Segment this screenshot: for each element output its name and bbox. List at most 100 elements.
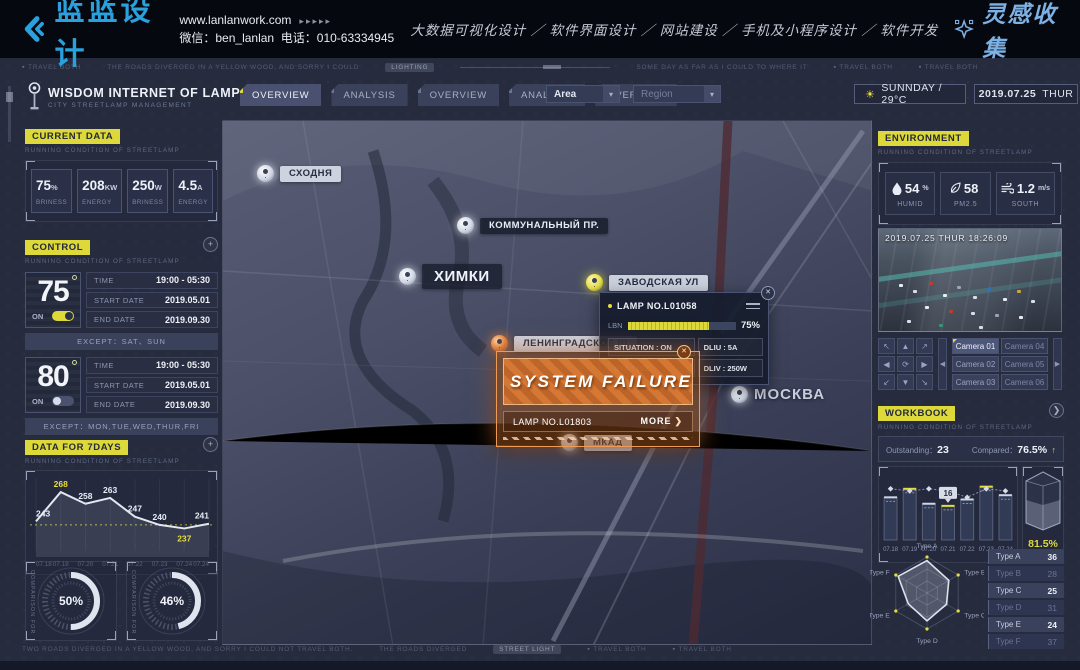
- svg-text:241: 241: [195, 511, 209, 521]
- tab-overview-1[interactable]: OVERVIEW: [240, 84, 321, 106]
- start-date-row[interactable]: START DATE 2019.05.01: [86, 292, 218, 309]
- camera-panel: 2019.07.25 THUR 18:26:09 ↖ ▲ ↗ ◀ ⟳ ▶ ↙ ▼…: [878, 228, 1062, 390]
- camera-04-button[interactable]: Camera 04: [1001, 338, 1048, 354]
- lamp-types-section: Type AType BType CType DType EType F Typ…: [870, 541, 1064, 649]
- tab-analysis-1[interactable]: ANALYSIS: [331, 84, 407, 106]
- legend-row-type-b[interactable]: Type B28: [988, 566, 1064, 581]
- expand-button[interactable]: ❯: [1049, 403, 1064, 418]
- row-label: START DATE: [94, 296, 144, 305]
- time-row[interactable]: TIME 19:00 - 05:30: [86, 272, 218, 289]
- water-drop-icon: [892, 182, 902, 195]
- deco-check: TRAVEL BOTH: [672, 646, 731, 653]
- start-date-row[interactable]: START DATE 2019.05.01: [86, 377, 218, 394]
- stat-unit: W: [155, 183, 162, 192]
- legend-row-type-e[interactable]: Type E24: [988, 617, 1064, 632]
- end-date-row[interactable]: END DATE 2019.09.30: [86, 396, 218, 413]
- time-row[interactable]: TIME 19:00 - 05:30: [86, 357, 218, 374]
- svg-text:Type A: Type A: [917, 543, 938, 550]
- website-link[interactable]: www.lanlanwork.com: [179, 13, 291, 27]
- stat-value: 75: [36, 178, 51, 193]
- brightness-bar[interactable]: [628, 322, 736, 330]
- lamp-types-radar-chart: Type AType BType CType DType EType F: [870, 541, 984, 645]
- region-select-value: Region: [641, 89, 673, 100]
- weather-widget: ☀ SUNNDAY / 29°C: [854, 84, 966, 104]
- area-select[interactable]: Area ▾: [546, 85, 620, 103]
- add-schedule-button[interactable]: +: [203, 237, 218, 252]
- pan-down-right-button[interactable]: ↘: [916, 374, 933, 390]
- page-subtitle: CITY STREETLAMP MANAGEMENT: [48, 102, 240, 109]
- except-bar: EXCEPT：MON,TUE,WED,THUR,FRI: [25, 418, 218, 435]
- camera-02-button[interactable]: Camera 02: [952, 356, 999, 372]
- current-stats: 75% BRINESS 208KW ENERGY 250W BRINESS 4.…: [25, 160, 218, 222]
- add-button[interactable]: +: [203, 437, 218, 452]
- legend-row-type-d[interactable]: Type D31: [988, 600, 1064, 615]
- more-button[interactable]: MORE❯: [640, 416, 683, 427]
- map-pin-kommunalny[interactable]: КОММУНАЛЬНЫЙ ПР.: [457, 217, 608, 234]
- region-select[interactable]: Region ▾: [633, 85, 721, 103]
- close-icon[interactable]: ✕: [677, 345, 691, 359]
- camera-list: Camera 01 Camera 04 Camera 02 Camera 05 …: [952, 338, 1048, 390]
- pan-up-left-button[interactable]: ↖: [878, 338, 895, 354]
- deco-chip: LIGHTING: [385, 63, 434, 72]
- camera-03-button[interactable]: Camera 03: [952, 374, 999, 390]
- stat-brightness: 75% BRINESS: [31, 169, 72, 213]
- camera-list-next-button[interactable]: ▶: [1053, 338, 1062, 390]
- pan-down-left-button[interactable]: ↙: [878, 374, 895, 390]
- arrows-decoration: ▸▸▸▸▸: [299, 16, 332, 26]
- failure-title: SYSTEM FAILURE: [510, 372, 686, 392]
- schedule-rows: TIME 19:00 - 05:30 START DATE 2019.05.01…: [86, 357, 218, 413]
- panel-badge: CURRENT DATA: [25, 129, 120, 144]
- wechat-label: 微信：ben_lanlan: [179, 31, 274, 45]
- map-pin-moskva[interactable]: МОСКВА: [731, 386, 825, 403]
- legend-row-type-a[interactable]: Type A36: [988, 549, 1064, 564]
- legend-value: 31: [1048, 603, 1057, 613]
- stat-label: PM2.5: [945, 201, 985, 208]
- panel-subtitle: RUNNING CONDITION OF STREETLAMP: [878, 424, 1064, 431]
- camera-list-prev-button[interactable]: ◀: [938, 338, 947, 390]
- svg-text:Type C: Type C: [964, 613, 984, 620]
- pan-left-button[interactable]: ◀: [878, 356, 895, 372]
- legend-row-type-c[interactable]: Type C25: [988, 583, 1064, 598]
- schedule-toggle-off[interactable]: [52, 396, 74, 406]
- tab-overview-2[interactable]: OVERVIEW: [418, 84, 499, 106]
- camera-06-button[interactable]: Camera 06: [1001, 374, 1048, 390]
- map-pin-skhodnya[interactable]: СХОДНЯ: [257, 165, 341, 182]
- schedule-toggle-on[interactable]: [52, 311, 74, 321]
- left-slider[interactable]: [8, 86, 11, 142]
- row-value: 19:00 - 05:30: [156, 360, 210, 370]
- camera-video-feed[interactable]: 2019.07.25 THUR 18:26:09: [878, 228, 1062, 332]
- map-pin-zavodskaya[interactable]: ЗАВОДСКАЯ УЛ: [586, 274, 708, 291]
- pin-label: ЗАВОДСКАЯ УЛ: [609, 275, 708, 291]
- map-pin-khimki[interactable]: ХИМКИ: [399, 264, 502, 289]
- camera-01-button[interactable]: Camera 01: [952, 338, 999, 354]
- stat-value: 1.2: [1017, 181, 1035, 196]
- pan-up-right-button[interactable]: ↗: [916, 338, 933, 354]
- collect-link[interactable]: 灵感收集: [954, 0, 1060, 63]
- refresh-button[interactable]: ⟳: [897, 356, 914, 372]
- legend-label: Type E: [996, 620, 1021, 629]
- end-date-row[interactable]: END DATE 2019.09.30: [86, 311, 218, 328]
- pan-up-button[interactable]: ▲: [897, 338, 914, 354]
- area-select-value: Area: [554, 89, 576, 100]
- pan-down-button[interactable]: ▼: [897, 374, 914, 390]
- logo-text: 蓝蓝设计: [55, 0, 158, 73]
- leaf-icon: [950, 182, 961, 195]
- stat-watts: 250W BRINESS: [127, 169, 168, 213]
- services-text: 大数据可视化设计 ／ 软件界面设计 ／ 网站建设 ／ 手机及小程序设计 ／ 软件…: [410, 19, 938, 39]
- svg-text:258: 258: [78, 491, 92, 501]
- sun-icon: ☀: [865, 88, 875, 101]
- video-traffic: [899, 284, 903, 287]
- dashboard: TRAVEL BOTH THE ROADS DIVERGED IN A YELL…: [0, 58, 1080, 670]
- pan-right-button[interactable]: ▶: [916, 356, 933, 372]
- legend-label: Type B: [996, 569, 1021, 578]
- camera-05-button[interactable]: Camera 05: [1001, 356, 1048, 372]
- schedule-group-1: 75 ON TIME 19:00 - 05:30 START DATE 2019…: [25, 272, 218, 350]
- failure-message-box: SYSTEM FAILURE: [503, 358, 693, 405]
- city-map[interactable]: СХОДНЯ КОММУНАЛЬНЫЙ ПР. ХИМКИ ЗАВОДСКАЯ …: [222, 120, 872, 645]
- current-data-panel: CURRENT DATA RUNNING CONDITION OF STREET…: [25, 126, 218, 222]
- outstanding-label: Outstanding：: [886, 446, 937, 455]
- settings-slider-icon[interactable]: [746, 301, 760, 311]
- close-icon[interactable]: ✕: [761, 286, 775, 300]
- chevron-down-icon: ▾: [603, 86, 619, 102]
- lamp-mini-icon: [72, 275, 77, 280]
